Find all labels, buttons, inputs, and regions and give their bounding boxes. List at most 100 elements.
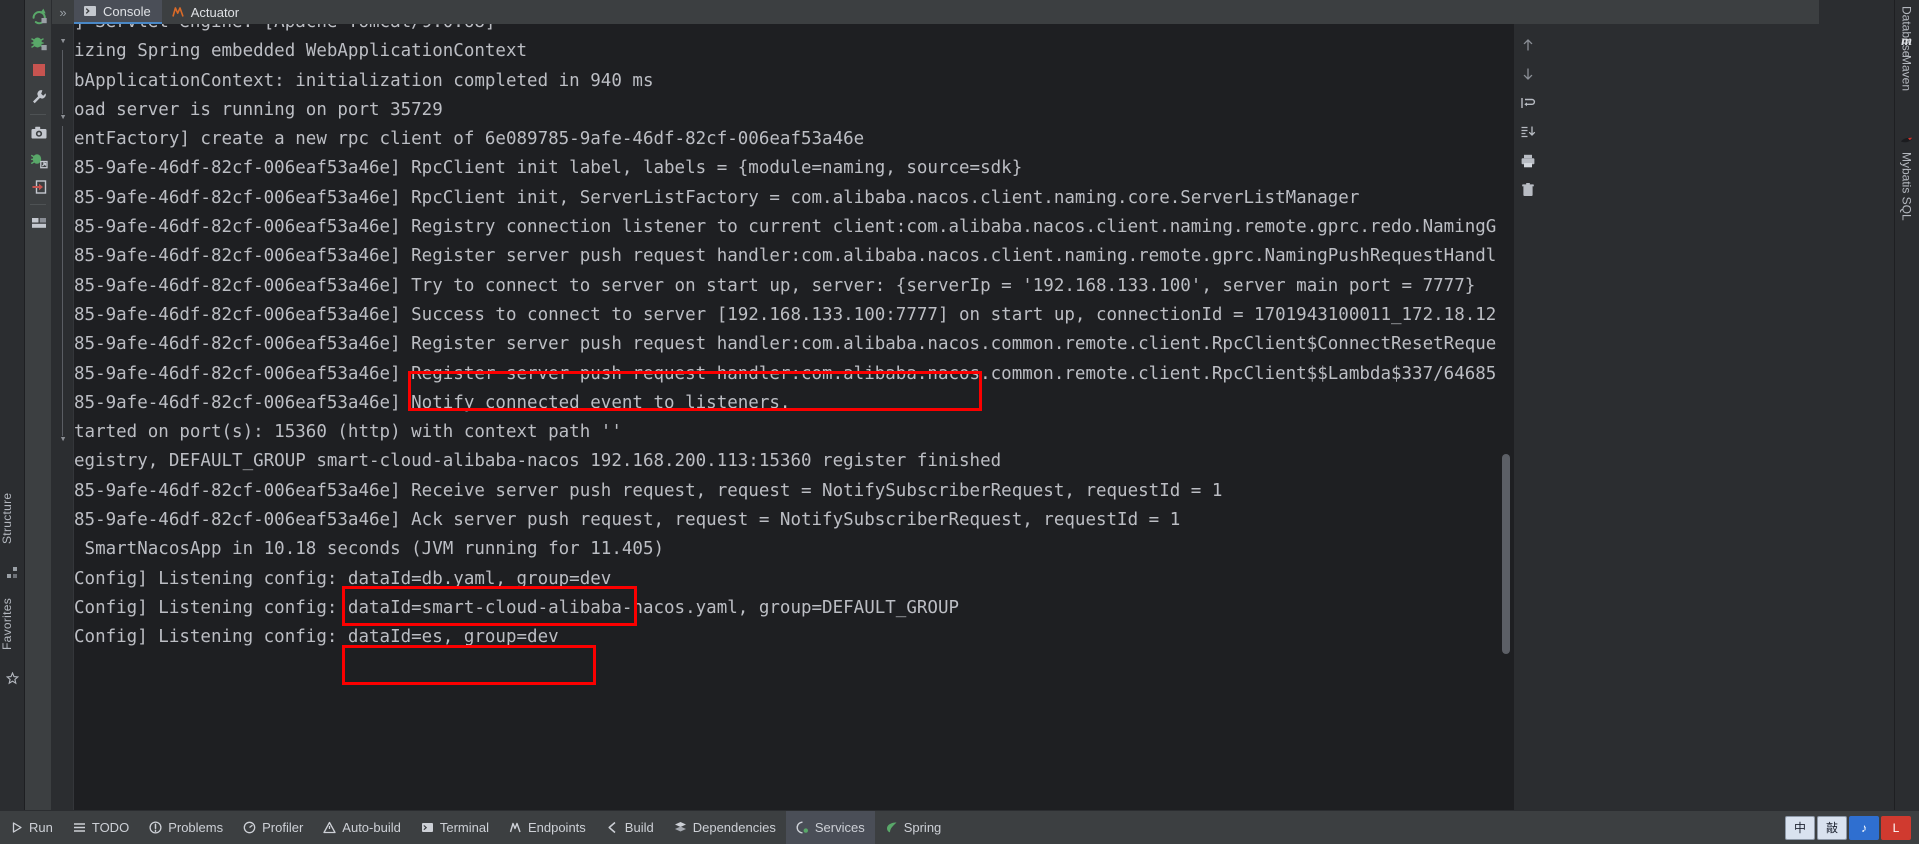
bottom-item-services-label: Services — [814, 820, 865, 835]
tray-ime-chinese[interactable]: 中 — [1785, 815, 1815, 840]
console-line: 85-9afe-46df-82cf-006eaf53a46e] Ack serv… — [74, 510, 1181, 531]
clear-all-button[interactable] — [1515, 177, 1541, 203]
debug-button[interactable] — [25, 29, 52, 56]
bottom-item-services[interactable]: Services — [785, 810, 875, 844]
stop-square-icon — [30, 61, 48, 79]
console-line: SmartNacosApp in 10.18 seconds (JVM runn… — [74, 539, 665, 560]
tray-app[interactable]: L — [1881, 815, 1911, 840]
mybatis-tab-label: Mybatis SQL — [1899, 152, 1914, 221]
console-line: 85-9afe-46df-82cf-006eaf53a46e] RpcClien… — [74, 187, 1360, 208]
arrow-down-icon — [1520, 66, 1536, 82]
bottom-tool-bar: Run TODO Problems Profiler Auto-build Te… — [0, 810, 1919, 844]
rerun-icon — [30, 7, 48, 25]
fold-toggle-1[interactable]: ▾ — [56, 34, 70, 48]
bottom-item-auto-build-label: Auto-build — [342, 820, 401, 835]
console-line: 85-9afe-46df-82cf-006eaf53a46e] Success … — [74, 304, 1497, 325]
console-line: oad server is running on port 35729 — [74, 99, 443, 120]
console-icon — [83, 4, 97, 18]
scroll-up-button[interactable] — [1515, 32, 1541, 58]
bottom-item-endpoints[interactable]: Endpoints — [499, 811, 596, 844]
console-line: tarted on port(s): 15360 (http) with con… — [74, 422, 622, 443]
layout-button[interactable] — [25, 209, 52, 236]
console-line: 85-9afe-46df-82cf-006eaf53a46e] RpcClien… — [74, 158, 1023, 179]
bottom-item-endpoints-label: Endpoints — [527, 820, 586, 835]
console-line: Config] Listening config: dataId=db.yaml… — [74, 568, 612, 589]
bottom-item-todo-label: TODO — [91, 820, 130, 835]
bottom-item-problems[interactable]: Problems — [139, 811, 233, 844]
right-tool-rail: Database m Maven Mybatis SQL — [1894, 0, 1919, 810]
console-line: egistry, DEFAULT_GROUP smart-cloud-aliba… — [74, 451, 1002, 472]
scroll-to-end-button[interactable] — [1515, 119, 1541, 145]
todo-list-icon — [73, 821, 86, 834]
stop-button[interactable] — [25, 56, 52, 83]
console-line: 85-9afe-46df-82cf-006eaf53a46e] Try to c… — [74, 275, 1476, 296]
sidebar-item-mybatis-sql[interactable]: Mybatis SQL — [1894, 130, 1919, 270]
sidebar-item-maven[interactable]: m Maven — [1894, 30, 1919, 130]
profiler-icon — [243, 821, 256, 834]
scroll-to-end-icon — [1520, 124, 1536, 140]
soft-wrap-button[interactable] — [1515, 90, 1541, 116]
toolbar-divider — [30, 114, 46, 115]
sidebar-item-structure[interactable]: Structure — [0, 470, 25, 566]
bottom-item-build[interactable]: Build — [596, 811, 664, 844]
favorites-tab-label: Favorites — [0, 597, 14, 651]
play-icon — [10, 821, 23, 834]
console-line: bApplicationContext: initialization comp… — [74, 70, 654, 91]
tray-ime-punctuation[interactable]: 敲 — [1817, 815, 1847, 840]
tab-actuator-label: Actuator — [190, 4, 240, 20]
console-output[interactable]: ] Servlet engine: [Apache Tomcat/9.0.68]… — [74, 24, 1514, 810]
tab-bar: » Console Actuator — [52, 0, 1819, 24]
console-line: Config] Listening config: dataId=smart-c… — [74, 597, 960, 618]
bottom-item-profiler-label: Profiler — [262, 820, 304, 835]
mybatis-icon — [1900, 134, 1913, 147]
console-vertical-scrollbar[interactable] — [1499, 24, 1512, 810]
left-tool-rail: Structure Favorites — [0, 0, 25, 810]
console-log-text: ] Servlet engine: [Apache Tomcat/9.0.68]… — [74, 24, 1496, 653]
console-line: Config] Listening config: dataId=es, gro… — [74, 627, 559, 648]
bottom-item-build-label: Build — [624, 820, 654, 835]
tab-actuator[interactable]: Actuator — [162, 0, 250, 24]
console-gutter: ▾ ▾ ▾ — [52, 24, 74, 810]
console-line: 85-9afe-46df-82cf-006eaf53a46e] Register… — [74, 363, 1497, 384]
bottom-item-run[interactable]: Run — [0, 811, 63, 844]
print-button[interactable] — [1515, 148, 1541, 174]
bottom-item-dependencies[interactable]: Dependencies — [664, 811, 786, 844]
console-scroll-thumb[interactable] — [1502, 454, 1510, 654]
tab-overflow-button[interactable]: » — [52, 5, 74, 20]
bottom-item-auto-build[interactable]: Auto-build — [313, 811, 411, 844]
console-line: 85-9afe-46df-82cf-006eaf53a46e] Register… — [74, 334, 1497, 355]
idea-run-tool-window: Structure Favorites » Console Actuator ▾… — [0, 0, 1919, 844]
bottom-item-todo[interactable]: TODO — [63, 811, 139, 844]
bottom-item-spring[interactable]: Spring — [875, 811, 952, 844]
run-toolbar — [25, 0, 52, 810]
services-icon — [796, 821, 809, 834]
fold-toggle-2[interactable]: ▾ — [56, 110, 70, 124]
screenshot-button[interactable] — [25, 119, 52, 146]
fold-line-2 — [62, 126, 63, 436]
bottom-item-terminal[interactable]: Terminal — [411, 811, 499, 844]
endpoints-icon — [509, 821, 522, 834]
layout-icon — [30, 214, 48, 232]
camera-icon — [30, 124, 48, 142]
bottom-item-terminal-label: Terminal — [439, 820, 489, 835]
maven-icon: m — [1901, 34, 1912, 49]
settings-button[interactable] — [25, 83, 52, 110]
attach-debugger-button[interactable] — [25, 146, 52, 173]
console-line: 85-9afe-46df-82cf-006eaf53a46e] Registry… — [74, 217, 1497, 238]
console-line: ] Servlet engine: [Apache Tomcat/9.0.68] — [74, 24, 1496, 37]
rerun-button[interactable] — [25, 2, 52, 29]
build-hammer-icon — [606, 821, 619, 834]
star-icon — [6, 672, 19, 685]
tab-console[interactable]: Console — [74, 0, 162, 24]
actuator-icon — [171, 5, 185, 19]
bottom-item-profiler[interactable]: Profiler — [233, 811, 313, 844]
console-line: 85-9afe-46df-82cf-006eaf53a46e] Register… — [74, 246, 1497, 267]
bottom-item-run-label: Run — [29, 820, 53, 835]
sidebar-item-favorites[interactable]: Favorites — [0, 576, 25, 672]
soft-wrap-icon — [1520, 95, 1536, 111]
fold-toggle-3[interactable]: ▾ — [56, 432, 70, 446]
terminal-icon — [421, 821, 434, 834]
scroll-down-button[interactable] — [1515, 61, 1541, 87]
exit-button[interactable] — [25, 173, 52, 200]
tray-music[interactable]: ♪ — [1849, 815, 1879, 840]
